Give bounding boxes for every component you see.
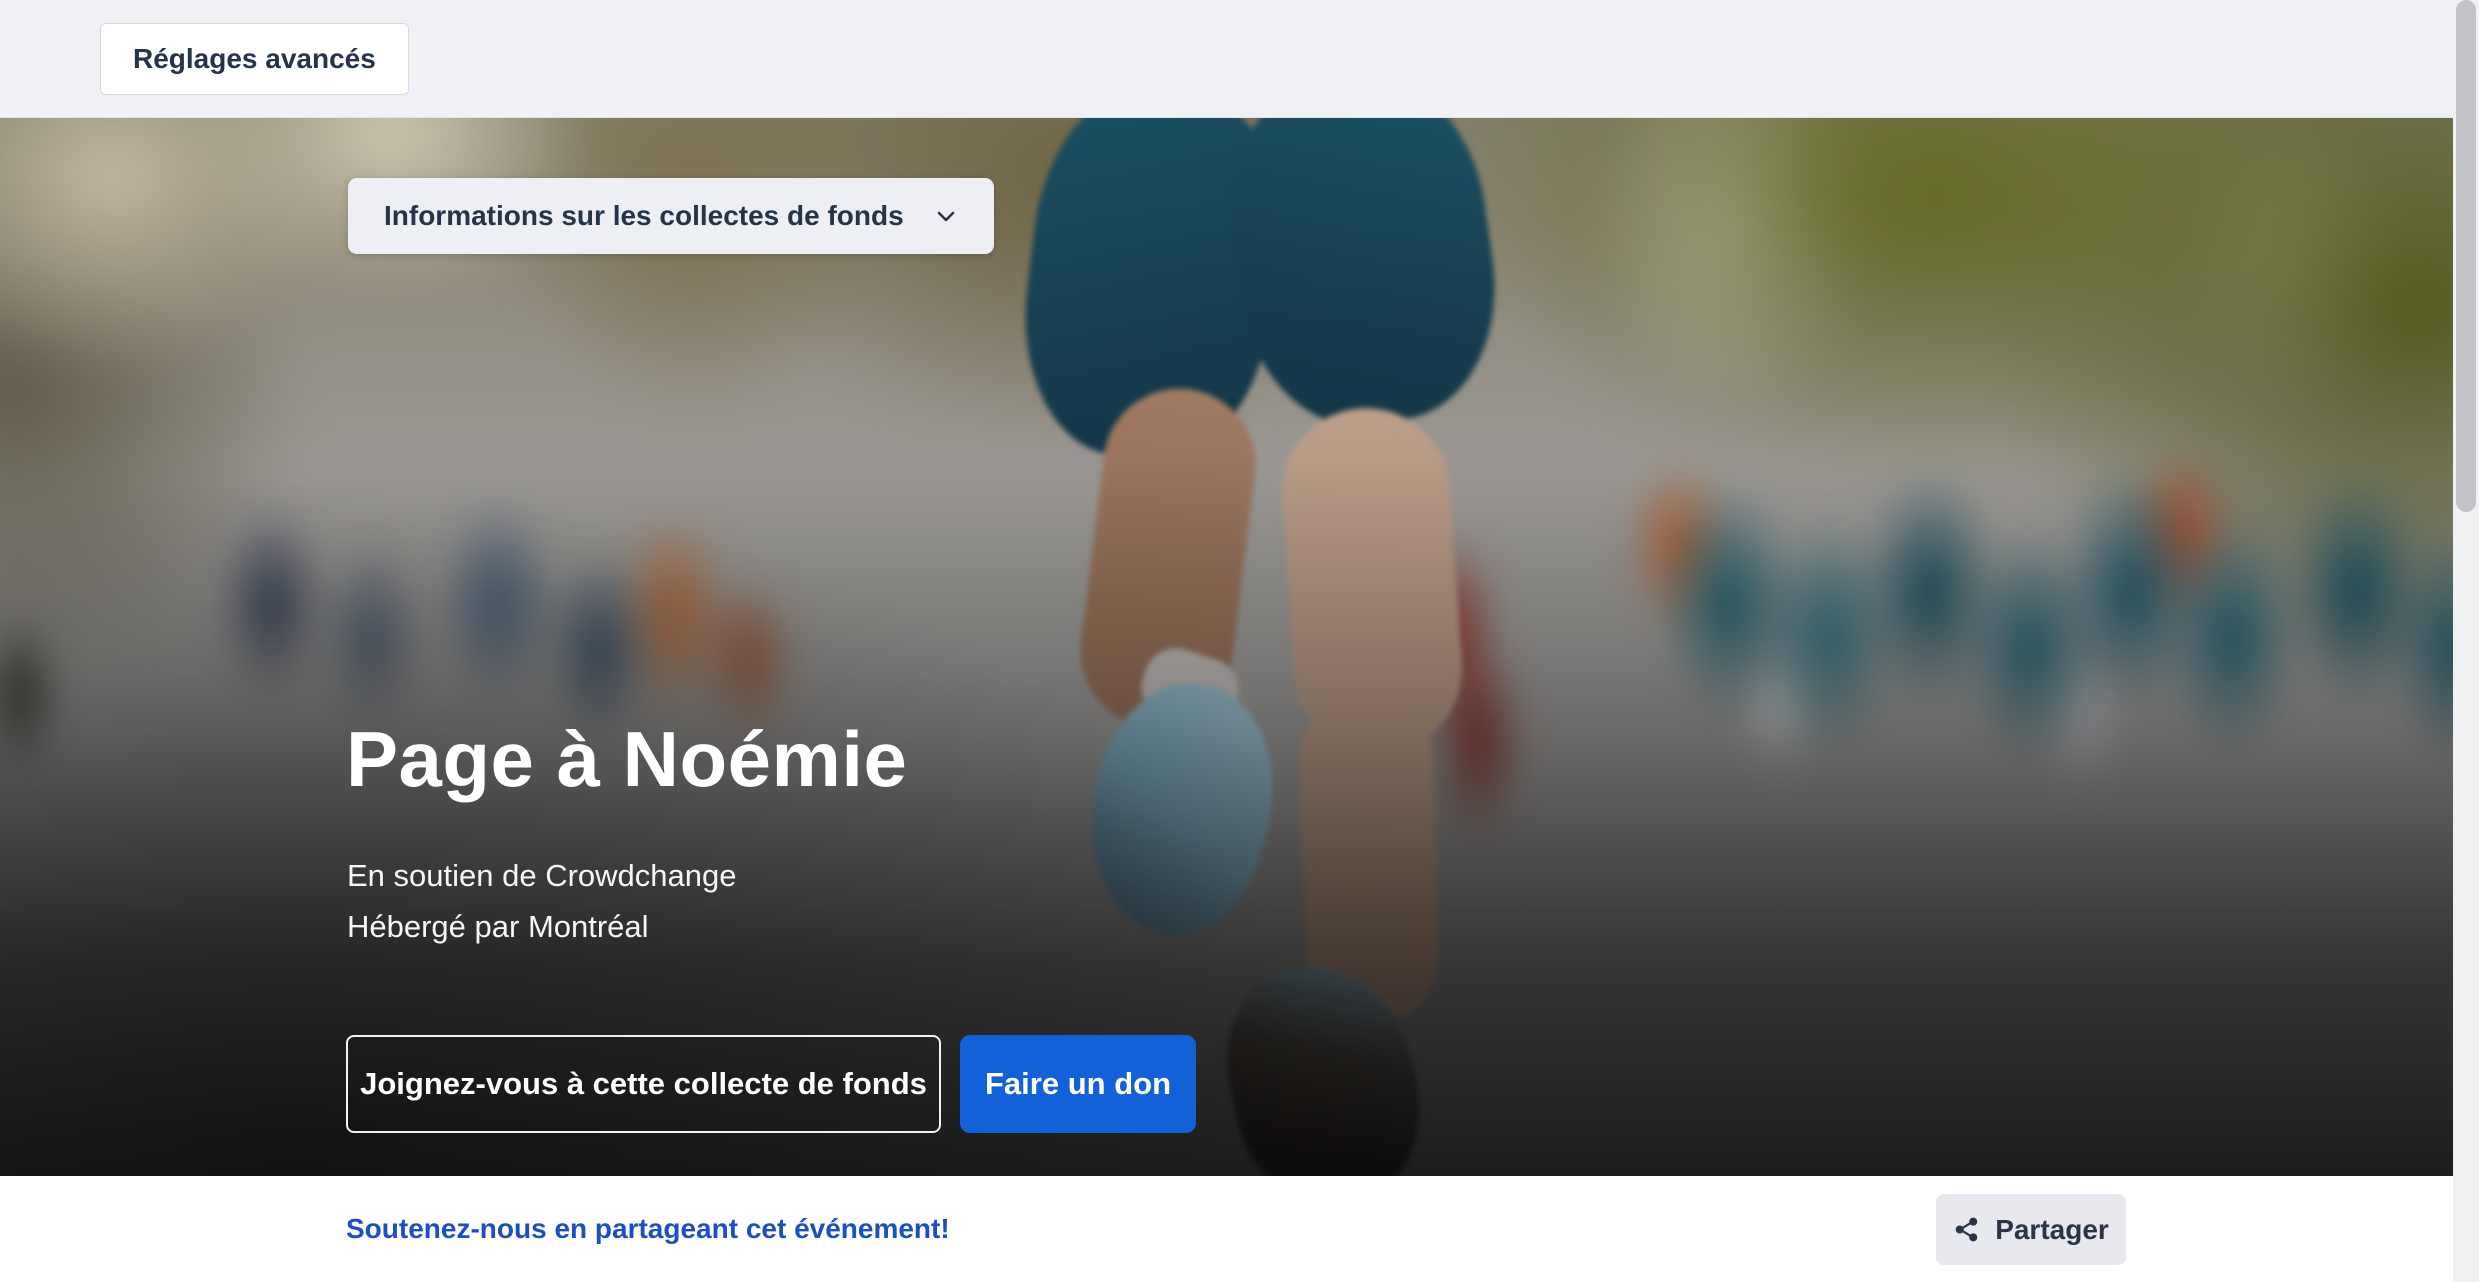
page-title: Page à Noémie [346, 714, 907, 805]
share-button-label: Partager [1995, 1214, 2109, 1246]
page-subtitle: En soutien de Crowdchange Hébergé par Mo… [347, 850, 736, 952]
hero-banner: Informations sur les collectes de fonds … [0, 118, 2453, 1176]
share-icon [1953, 1216, 1980, 1243]
share-button[interactable]: Partager [1936, 1194, 2126, 1265]
hosted-line: Hébergé par Montréal [347, 901, 736, 952]
top-bar: Réglages avancés [0, 0, 2453, 118]
chevron-down-icon [934, 204, 958, 228]
footer-bar: Soutenez-nous en partageant cet événemen… [0, 1176, 2453, 1282]
share-event-link[interactable]: Soutenez-nous en partageant cet événemen… [346, 1213, 950, 1245]
hero-action-buttons: Joignez-vous à cette collecte de fonds F… [346, 1035, 1196, 1133]
fundraiser-info-dropdown[interactable]: Informations sur les collectes de fonds [348, 178, 994, 254]
fundraiser-info-dropdown-label: Informations sur les collectes de fonds [384, 200, 904, 232]
fundraising-page: Réglages avancés Informations sur les co… [0, 0, 2479, 1282]
advanced-settings-button[interactable]: Réglages avancés [100, 23, 409, 95]
scrollbar-thumb[interactable] [2456, 0, 2476, 512]
join-fundraiser-button[interactable]: Joignez-vous à cette collecte de fonds [346, 1035, 941, 1133]
supporting-line: En soutien de Crowdchange [347, 850, 736, 901]
donate-button[interactable]: Faire un don [960, 1035, 1196, 1133]
hero-dark-gradient-overlay [0, 118, 2453, 1176]
vertical-scrollbar[interactable] [2453, 0, 2479, 1282]
